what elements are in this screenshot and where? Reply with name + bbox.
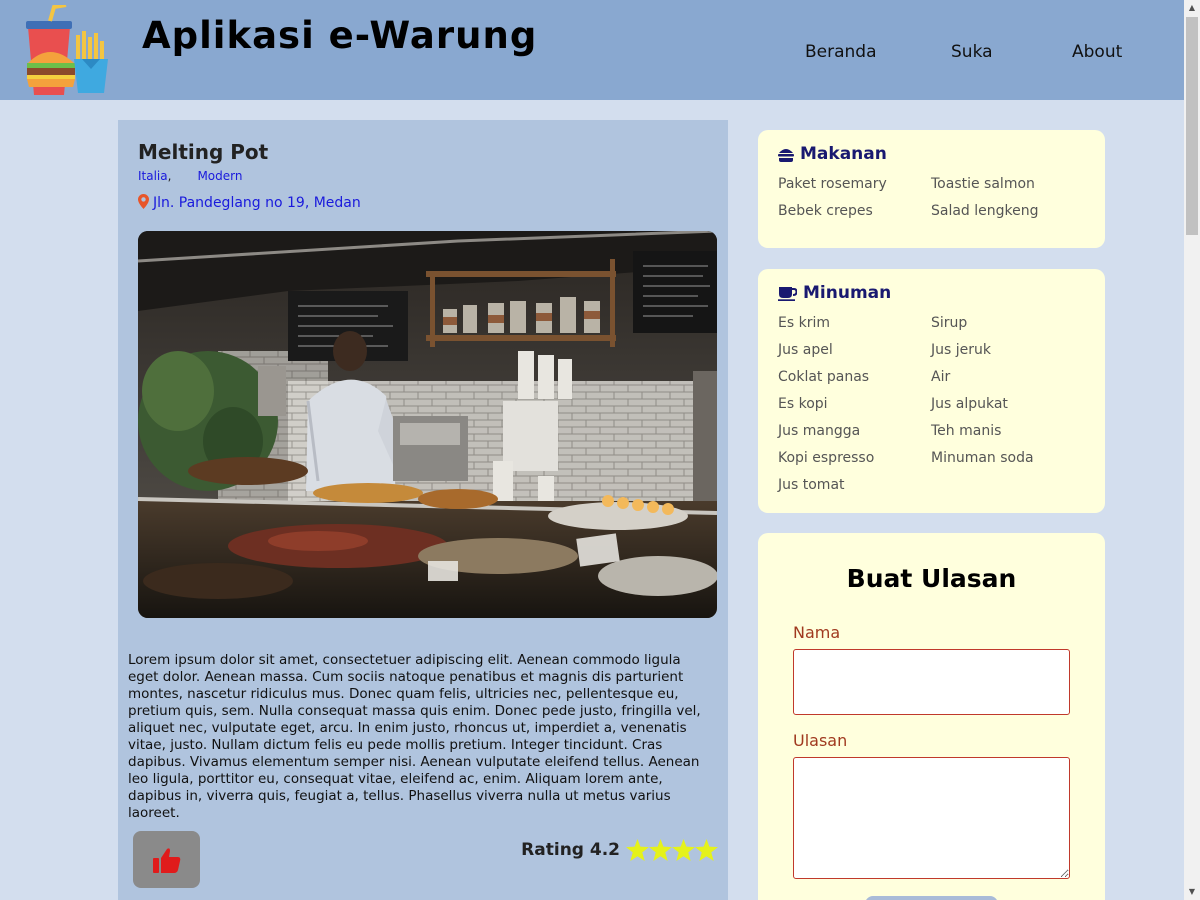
restaurant-rating: Rating 4.2 [521,839,718,861]
tag-italia[interactable]: Italia [138,169,168,183]
submit-button[interactable] [865,896,998,900]
nav-suka[interactable]: Suka [951,42,993,62]
app-header: Aplikasi e-Warung Beranda Suka About [0,0,1184,100]
menu-item: Air [931,369,951,385]
star-icon [672,839,695,861]
scroll-thumb[interactable] [1186,17,1198,235]
menu-item: Jus mangga [778,423,861,439]
address-text: Jln. Pandeglang no 19, Medan [153,195,361,211]
page-scrollbar[interactable]: ▲ ▼ [1184,0,1200,900]
map-pin-icon [138,194,149,209]
menu-item: Toastie salmon [931,176,1035,192]
menu-item: Coklat panas [778,369,870,385]
name-field[interactable] [793,649,1070,715]
drink-menu-title-text: Minuman [803,283,892,303]
food-menu-card: Makanan Paket rosemary Toastie salmon Be… [758,130,1105,248]
menu-item: Jus alpukat [931,396,1008,412]
like-button[interactable] [133,831,200,888]
menu-item: Jus tomat [778,477,845,493]
menu-item: Salad lengkeng [931,203,1039,219]
nav-beranda[interactable]: Beranda [805,42,877,62]
menu-item: Bebek crepes [778,203,873,219]
restaurant-photo [138,231,717,618]
nav-about[interactable]: About [1072,42,1122,62]
rating-stars [626,839,718,861]
review-form-card: Buat Ulasan Nama Ulasan [758,533,1105,900]
review-label: Ulasan [793,731,848,750]
star-icon [649,839,672,861]
menu-item: Jus jeruk [931,342,991,358]
star-icon [695,839,718,861]
food-menu-title: Makanan [778,144,887,164]
drink-menu-title: Minuman [778,283,891,303]
restaurant-description: Lorem ipsum dolor sit amet, consectetuer… [128,652,701,821]
restaurant-detail: Melting Pot Italia, Modern Jln. Pandeglan… [118,120,728,900]
menu-item: Sirup [931,315,968,331]
menu-item: Teh manis [931,423,1002,439]
burger-icon [778,148,794,162]
coffee-cup-icon [778,286,797,301]
tag-modern[interactable]: Modern [197,169,242,183]
menu-item: Kopi espresso [778,450,875,466]
thumbs-up-icon [152,847,180,873]
star-icon [626,839,649,861]
rating-label: Rating 4.2 [521,840,620,860]
food-menu-title-text: Makanan [800,144,887,164]
menu-item: Minuman soda [931,450,1034,466]
restaurant-name: Melting Pot [138,140,269,164]
scroll-down-arrow-icon[interactable]: ▼ [1184,884,1200,900]
food-logo-icon [26,5,108,95]
restaurant-address: Jln. Pandeglang no 19, Medan [138,194,361,211]
menu-item: Es kopi [778,396,828,412]
menu-item: Paket rosemary [778,176,887,192]
review-form-title: Buat Ulasan [846,564,1017,593]
scroll-up-arrow-icon[interactable]: ▲ [1184,0,1200,16]
menu-item: Es krim [778,315,830,331]
drink-menu-card: Minuman Es krim Sirup Jus apel Jus jeruk… [758,269,1105,513]
menu-item: Jus apel [778,342,833,358]
review-textarea[interactable] [793,757,1070,879]
name-label: Nama [793,623,841,642]
app-title: Aplikasi e-Warung [142,14,538,57]
restaurant-tags: Italia, Modern [138,169,243,183]
